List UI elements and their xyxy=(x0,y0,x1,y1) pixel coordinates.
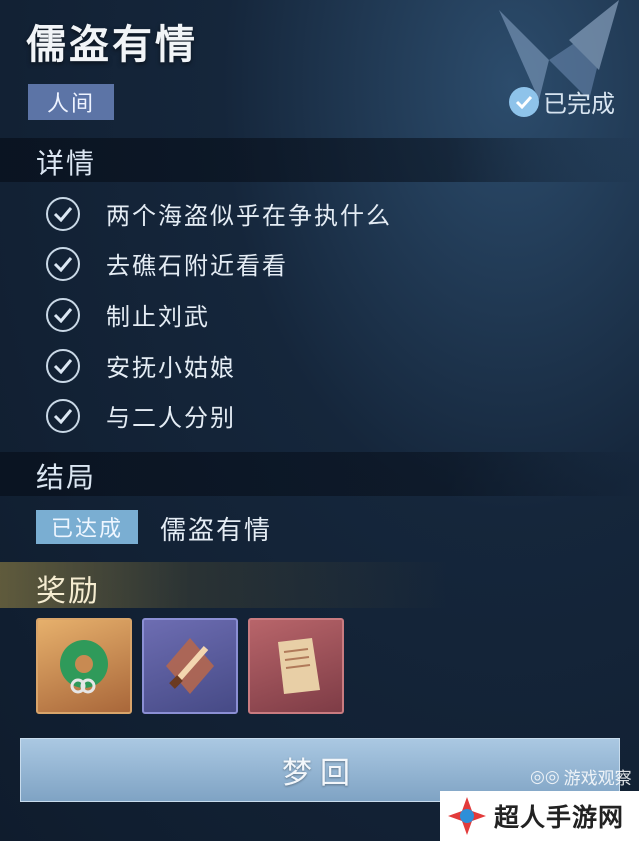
task-item: 两个海盗似乎在争执什么 xyxy=(46,196,392,231)
task-label: 与二人分别 xyxy=(106,404,236,432)
task-item: 制止刘武 xyxy=(46,297,210,332)
ending-section-header: 结局 xyxy=(0,452,639,496)
details-section-header: 详情 xyxy=(0,138,639,182)
task-item: 去礁石附近看看 xyxy=(46,246,288,281)
check-icon xyxy=(46,348,80,383)
check-icon xyxy=(509,86,539,117)
reward-item-book[interactable] xyxy=(248,618,344,714)
watermark-star-icon xyxy=(448,797,486,835)
achieved-badge: 已达成 xyxy=(36,510,138,544)
quest-title: 儒盗有情 xyxy=(26,22,198,68)
check-icon xyxy=(46,246,80,281)
ending-name: 儒盗有情 xyxy=(160,516,273,546)
check-icon xyxy=(46,398,80,433)
task-item: 安抚小姑娘 xyxy=(46,348,236,383)
reward-item-jade[interactable] xyxy=(36,618,132,714)
watermark-top-text: 游戏观察 xyxy=(563,769,632,789)
book-icon xyxy=(278,638,320,694)
ending-heading: 结局 xyxy=(36,461,97,494)
task-label: 去礁石附近看看 xyxy=(106,252,288,280)
rewards-section-header: 奖励 xyxy=(0,562,639,609)
task-label: 安抚小姑娘 xyxy=(106,354,236,382)
details-heading: 详情 xyxy=(36,147,97,180)
task-item: 与二人分别 xyxy=(46,398,236,433)
completion-status: 已完成 xyxy=(509,84,615,119)
watermark-top: ◎◎ 游戏观察 xyxy=(530,764,632,790)
dagger-icon xyxy=(166,638,214,694)
watermark-logo-icon: ◎◎ xyxy=(530,766,560,787)
task-label: 制止刘武 xyxy=(106,303,210,331)
reward-item-dagger[interactable] xyxy=(142,618,238,714)
category-tag: 人间 xyxy=(28,84,114,120)
jade-pendant-icon xyxy=(60,640,108,694)
rewards-heading: 奖励 xyxy=(36,574,100,609)
status-label: 已完成 xyxy=(543,90,615,118)
check-icon xyxy=(46,297,80,332)
task-label: 两个海盗似乎在争执什么 xyxy=(106,202,392,230)
watermark-bottom-text: 超人手游网 xyxy=(494,803,625,832)
check-icon xyxy=(46,196,80,231)
watermark-bottom: 超人手游网 xyxy=(440,791,639,841)
